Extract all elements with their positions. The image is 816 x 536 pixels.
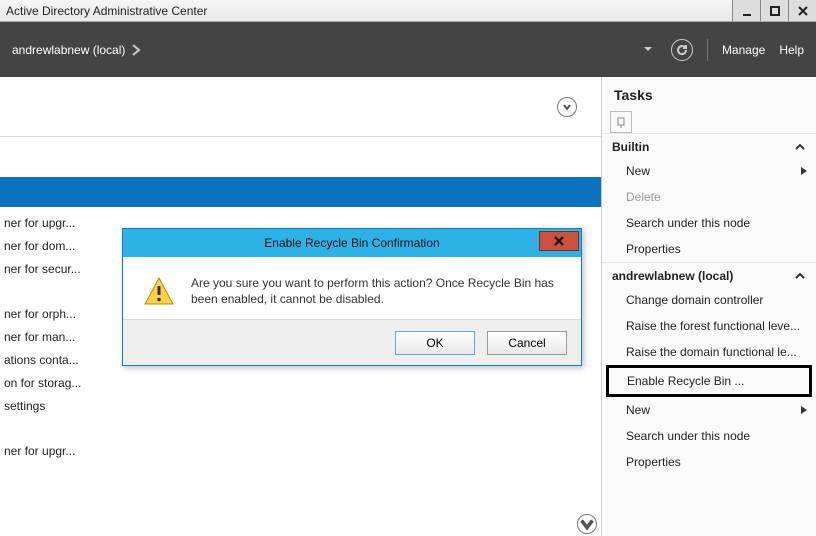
dialog-title: Enable Recycle Bin Confirmation xyxy=(123,236,581,250)
header-bar: andrewlabnew (local) Manage Help xyxy=(0,22,816,77)
tasks-pin-icon[interactable] xyxy=(610,111,632,133)
dialog-footer: OK Cancel xyxy=(123,319,581,365)
help-menu[interactable]: Help xyxy=(779,43,804,57)
task-change-dc[interactable]: Change domain controller xyxy=(602,287,816,313)
tasks-pane: Tasks Builtin New Delete Search under th… xyxy=(602,77,816,536)
manage-menu[interactable]: Manage xyxy=(722,43,765,57)
task-raise-domain[interactable]: Raise the domain functional le... xyxy=(602,339,816,365)
task-search[interactable]: Search under this node xyxy=(602,210,816,236)
breadcrumb-label: andrewlabnew (local) xyxy=(12,43,125,57)
list-item[interactable]: on for storag... xyxy=(0,371,601,394)
close-button[interactable] xyxy=(788,0,816,21)
list-item[interactable]: settings xyxy=(0,394,601,417)
scroll-down-button[interactable] xyxy=(577,514,597,534)
tasks-header: Tasks xyxy=(602,77,816,111)
submenu-indicator-icon xyxy=(800,164,808,178)
filter-bar xyxy=(0,77,601,137)
minimize-button[interactable] xyxy=(732,0,760,21)
window-controls xyxy=(732,0,816,21)
task-new-domain[interactable]: New xyxy=(602,397,816,423)
section-label: andrewlabnew (local) xyxy=(612,269,733,283)
window-titlebar: Active Directory Administrative Center xyxy=(0,0,816,22)
confirmation-dialog: Enable Recycle Bin Confirmation Are you … xyxy=(122,228,582,366)
task-delete: Delete xyxy=(602,184,816,210)
chevron-up-icon xyxy=(794,141,806,153)
window-title: Active Directory Administrative Center xyxy=(6,4,732,18)
maximize-button[interactable] xyxy=(760,0,788,21)
column-header-band xyxy=(0,177,601,207)
list-gap xyxy=(0,417,601,439)
chevron-right-icon xyxy=(131,44,141,56)
submenu-indicator-icon xyxy=(800,403,808,417)
expand-button[interactable] xyxy=(557,97,577,117)
chevron-up-icon xyxy=(794,270,806,282)
list-item[interactable]: ner for upgr... xyxy=(0,439,601,462)
task-enable-recycle-bin[interactable]: Enable Recycle Bin ... xyxy=(606,365,812,397)
cancel-button[interactable]: Cancel xyxy=(487,331,567,355)
task-new[interactable]: New xyxy=(602,158,816,184)
dialog-titlebar: Enable Recycle Bin Confirmation xyxy=(123,229,581,257)
dialog-message: Are you sure you want to perform this ac… xyxy=(191,275,561,307)
warning-icon xyxy=(143,275,175,307)
section-domain[interactable]: andrewlabnew (local) xyxy=(602,262,816,287)
task-properties[interactable]: Properties xyxy=(602,236,816,262)
dialog-close-button[interactable] xyxy=(539,231,579,251)
breadcrumb[interactable]: andrewlabnew (local) xyxy=(12,43,141,57)
separator xyxy=(707,39,708,61)
task-properties-domain[interactable]: Properties xyxy=(602,449,816,475)
section-label: Builtin xyxy=(612,140,649,154)
ok-button[interactable]: OK xyxy=(395,331,475,355)
history-dropdown[interactable] xyxy=(643,43,653,57)
refresh-icon[interactable] xyxy=(671,39,693,61)
section-builtin[interactable]: Builtin xyxy=(602,133,816,158)
task-search-domain[interactable]: Search under this node xyxy=(602,423,816,449)
task-raise-forest[interactable]: Raise the forest functional leve... xyxy=(602,313,816,339)
